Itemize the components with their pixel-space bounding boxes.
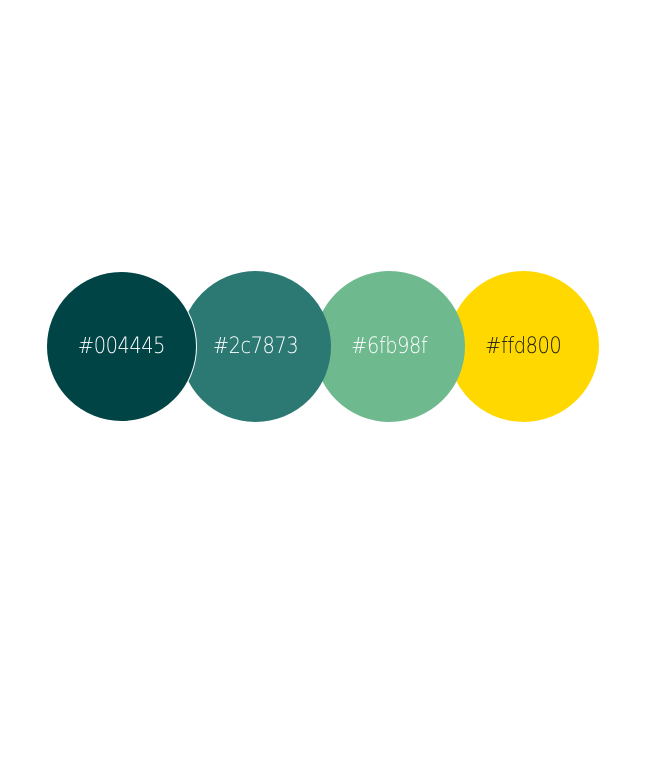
swatch-hex-label: #2c7873 (212, 334, 299, 359)
swatch-hex-label: #ffd800 (485, 334, 562, 359)
color-swatch-4: #ffd800 (448, 271, 599, 422)
color-swatch-1: #004445 (46, 271, 197, 422)
color-swatch-2: #2c7873 (180, 271, 331, 422)
color-swatch-3: #6fb98f (314, 271, 465, 422)
swatch-hex-label: #004445 (77, 334, 166, 359)
color-palette: #004445 #2c7873 #6fb98f #ffd800 (0, 0, 647, 780)
swatch-hex-label: #6fb98f (351, 334, 428, 359)
